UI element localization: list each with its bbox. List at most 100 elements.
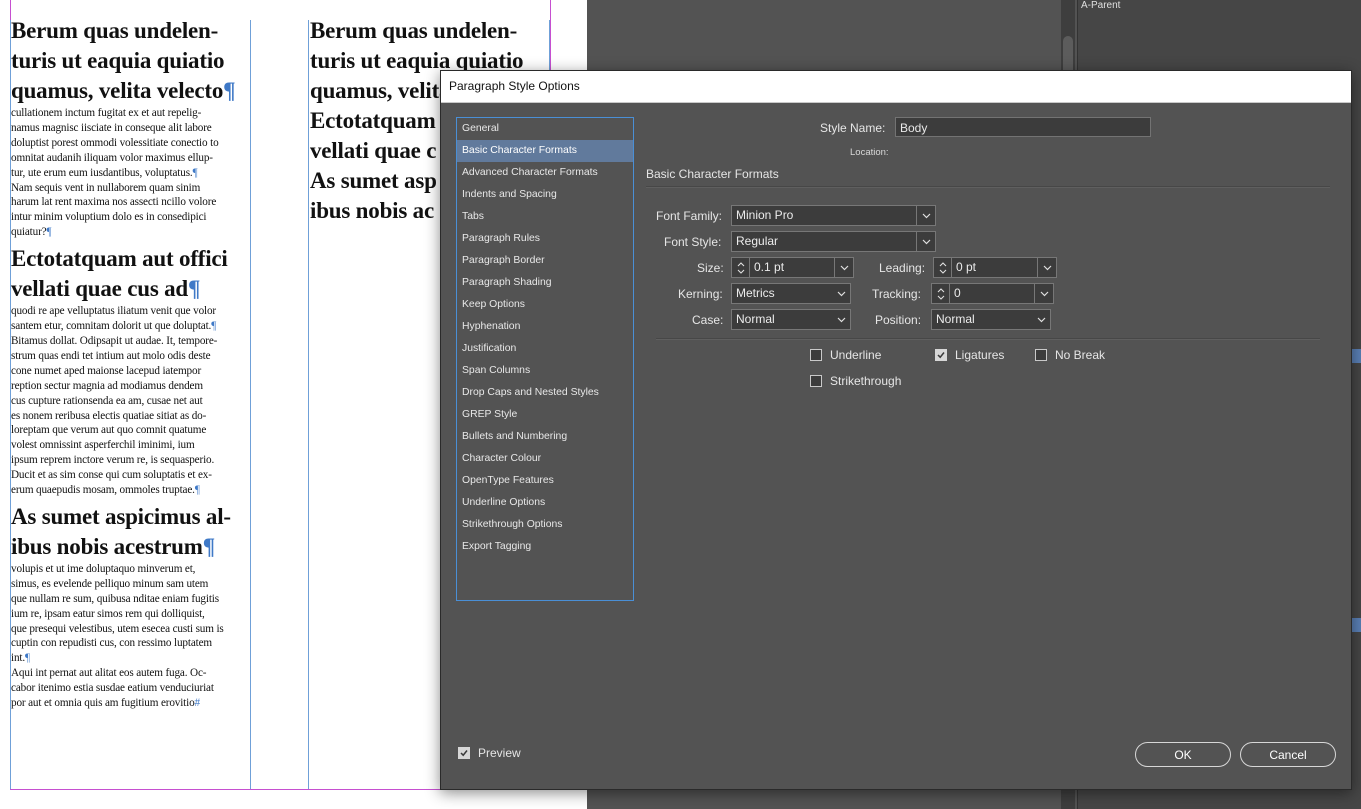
tracking-value: 0 <box>954 286 961 300</box>
line-text: Berum quas undelen- <box>11 18 219 43</box>
body-text-line: Nam sequis vent in nullaborem quam sinim <box>11 181 251 196</box>
heading-line: Ectotatquam aut offici <box>11 244 251 274</box>
pilcrow-mark: ¶ <box>46 226 52 239</box>
position-value: Normal <box>936 312 975 326</box>
font-family-label: Font Family: <box>656 209 723 223</box>
dialog-title: Paragraph Style Options <box>449 79 580 93</box>
category-item[interactable]: OpenType Features <box>457 470 633 492</box>
line-text: volest omnissint asperferchil iminimi, i… <box>11 439 195 452</box>
category-item[interactable]: Drop Caps and Nested Styles <box>457 382 633 404</box>
line-text: reption sectur magnia ad modiamus dendem <box>11 379 203 392</box>
category-item[interactable]: GREP Style <box>457 404 633 426</box>
no-break-checkbox[interactable]: No Break <box>1035 348 1105 362</box>
category-item[interactable]: Justification <box>457 338 633 360</box>
category-item[interactable]: Tabs <box>457 206 633 228</box>
line-text: As sumet asp <box>310 168 437 193</box>
category-item[interactable]: Span Columns <box>457 360 633 382</box>
leading-value: 0 pt <box>956 260 977 274</box>
cancel-button[interactable]: Cancel <box>1240 742 1336 767</box>
chevron-down-icon[interactable] <box>1034 284 1053 303</box>
category-item[interactable]: Basic Character Formats <box>457 140 633 162</box>
size-label: Size: <box>697 261 724 275</box>
category-item[interactable]: Keep Options <box>457 294 633 316</box>
body-text-line: quiatur?¶ <box>11 225 251 240</box>
body-text-line: cone numet aped maionse lacepud iatempor <box>11 364 251 379</box>
stepper-arrows-icon[interactable] <box>932 284 950 303</box>
leading-field[interactable]: 0 pt <box>933 257 1057 278</box>
stepper-arrows-icon[interactable] <box>732 258 750 277</box>
category-item[interactable]: Hyphenation <box>457 316 633 338</box>
heading-line: turis ut eaquia quiatio <box>11 46 251 76</box>
category-item[interactable]: Paragraph Shading <box>457 272 633 294</box>
strikethrough-checkbox[interactable]: Strikethrough <box>810 374 901 388</box>
line-text: namus magnisc iisciate in conseque alit … <box>11 121 212 134</box>
parent-page-label[interactable]: A-Parent <box>1081 0 1120 11</box>
options-divider <box>656 338 1320 340</box>
body-text-line: tur, ute erum eum iusdantibus, voluptatu… <box>11 166 251 181</box>
heading-line: As sumet aspicimus al- <box>11 502 251 532</box>
checkmark-icon[interactable] <box>458 747 470 759</box>
line-text: vellati quae c <box>310 138 437 163</box>
category-item[interactable]: Paragraph Border <box>457 250 633 272</box>
font-family-value: Minion Pro <box>736 208 794 222</box>
dialog-titlebar[interactable]: Paragraph Style Options <box>441 71 1351 103</box>
size-field[interactable]: 0.1 pt <box>731 257 854 278</box>
category-item[interactable]: Bullets and Numbering <box>457 426 633 448</box>
no-break-checkbox-box[interactable] <box>1035 349 1047 361</box>
checkmark-icon[interactable] <box>935 349 947 361</box>
stepper-arrows-icon[interactable] <box>934 258 952 277</box>
ligatures-checkbox[interactable]: Ligatures <box>935 348 1004 362</box>
body-text-line: santem etur, comnitam dolorit ut que dol… <box>11 319 251 334</box>
chevron-down-icon[interactable] <box>916 232 935 251</box>
chevron-down-icon[interactable] <box>832 284 850 303</box>
text-frame-column-1[interactable]: Berum quas undelen-turis ut eaquia quiat… <box>11 16 251 711</box>
style-name-input[interactable]: Body <box>895 117 1151 137</box>
category-item[interactable]: Advanced Character Formats <box>457 162 633 184</box>
line-text: quamus, velita <box>310 78 451 103</box>
ok-button[interactable]: OK <box>1135 742 1231 767</box>
preview-checkbox[interactable]: Preview <box>458 746 521 760</box>
chevron-down-icon[interactable] <box>832 310 850 329</box>
category-item[interactable]: Character Colour <box>457 448 633 470</box>
pilcrow-mark: ¶ <box>211 320 217 333</box>
strikethrough-checkbox-box[interactable] <box>810 375 822 387</box>
underline-checkbox[interactable]: Underline <box>810 348 881 362</box>
pilcrow-mark: ¶ <box>192 166 198 179</box>
category-item[interactable]: Indents and Spacing <box>457 184 633 206</box>
position-select[interactable]: Normal <box>931 309 1051 330</box>
tracking-field[interactable]: 0 <box>931 283 1054 304</box>
no-break-label: No Break <box>1055 348 1106 362</box>
heading-line: Berum quas undelen- <box>11 16 251 46</box>
style-name-label: Style Name: <box>820 121 886 135</box>
body-text-line: reption sectur magnia ad modiamus dendem <box>11 379 251 394</box>
font-style-select[interactable]: Regular <box>731 231 936 252</box>
line-text: Ectotatquam aut offici <box>11 246 228 272</box>
font-style-value: Regular <box>736 234 779 248</box>
preview-label: Preview <box>478 746 521 760</box>
underline-checkbox-box[interactable] <box>810 349 822 361</box>
category-item[interactable]: Paragraph Rules <box>457 228 633 250</box>
chevron-down-icon[interactable] <box>1037 258 1056 277</box>
chevron-down-icon[interactable] <box>1032 310 1050 329</box>
tracking-label: Tracking: <box>872 287 921 301</box>
chevron-down-icon[interactable] <box>834 258 853 277</box>
leading-label: Leading: <box>879 261 926 275</box>
category-item[interactable]: Strikethrough Options <box>457 514 633 536</box>
body-text-line: cus cupture rationsenda ea am, cusae net… <box>11 394 251 409</box>
body-text-line: doluptist porest ommodi volessitiate con… <box>11 136 251 151</box>
chevron-down-icon[interactable] <box>916 206 935 225</box>
category-item[interactable]: General <box>457 118 633 140</box>
category-item[interactable]: Underline Options <box>457 492 633 514</box>
case-select[interactable]: Normal <box>731 309 851 330</box>
body-text-line: loreptam que verum aut quo comnit quatum… <box>11 423 251 438</box>
pilcrow-mark: # <box>194 697 201 710</box>
font-family-select[interactable]: Minion Pro <box>731 205 936 226</box>
body-text-line: que presequi velestibus, utem esecea cus… <box>11 622 251 637</box>
body-text-line: ipsum reprem inctore verum re, is sequas… <box>11 453 251 468</box>
category-list[interactable]: General Basic Character Formats Advanced C… <box>456 117 634 601</box>
category-item[interactable]: Export Tagging <box>457 536 633 558</box>
line-text: doluptist porest ommodi volessitiate con… <box>11 136 219 149</box>
kerning-select[interactable]: Metrics <box>731 283 851 304</box>
heading-line: quamus, velita velecto¶ <box>11 76 251 106</box>
strikethrough-label: Strikethrough <box>830 374 902 388</box>
